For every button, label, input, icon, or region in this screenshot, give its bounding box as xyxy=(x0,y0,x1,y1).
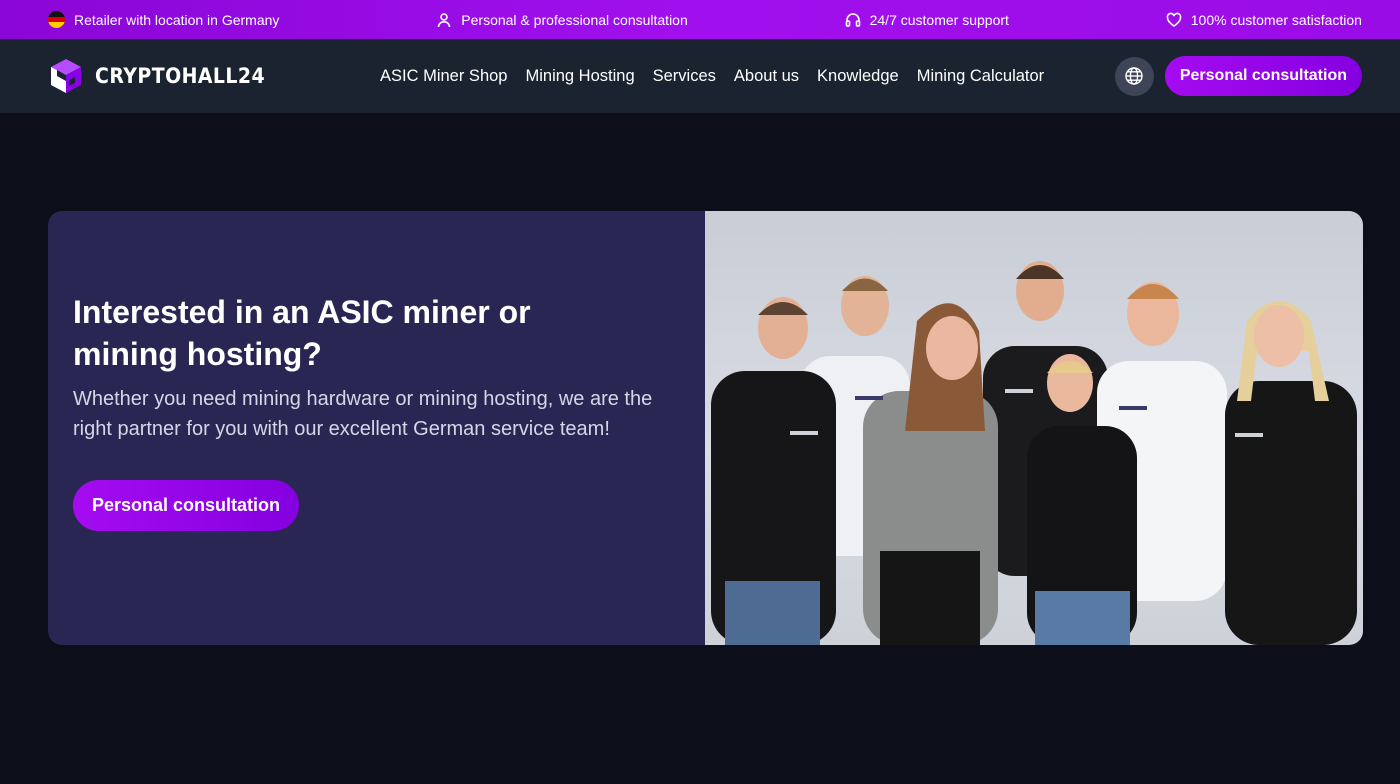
header-consultation-button[interactable]: Personal consultation xyxy=(1164,56,1362,96)
nav-mining-calculator[interactable]: Mining Calculator xyxy=(917,67,1044,86)
topbar-satisfaction-label: 100% customer satisfaction xyxy=(1190,11,1362,28)
topbar-item-satisfaction: 100% customer satisfaction xyxy=(1166,12,1362,28)
topbar-location-label: Retailer with location in Germany xyxy=(74,11,280,28)
main-nav: ASIC Miner Shop Mining Hosting Services … xyxy=(380,67,1044,86)
person-front-2 xyxy=(863,303,998,645)
person-front-1 xyxy=(711,297,836,645)
team-illustration xyxy=(711,261,1357,645)
brand-name: CRYPTOHALL24 xyxy=(95,64,266,88)
hero-card: Interested in an ASIC miner or mining ho… xyxy=(48,211,1363,645)
top-info-bar: Retailer with location in Germany Person… xyxy=(0,0,1400,39)
hero-description: Whether you need mining hardware or mini… xyxy=(73,388,653,440)
nav-asic-miner-shop[interactable]: ASIC Miner Shop xyxy=(380,67,507,86)
main-header: CRYPTOHALL24 ASIC Miner Shop Mining Host… xyxy=(0,39,1400,113)
topbar-item-consultation: Personal & professional consultation xyxy=(436,11,688,28)
nav-knowledge[interactable]: Knowledge xyxy=(817,67,899,86)
nav-services[interactable]: Services xyxy=(653,67,716,86)
brand-logo[interactable]: CRYPTOHALL24 xyxy=(47,57,377,95)
topbar-support-label: 24/7 customer support xyxy=(869,11,1009,28)
language-switcher[interactable] xyxy=(1114,56,1154,96)
hero-content: Interested in an ASIC miner or mining ho… xyxy=(48,211,705,645)
topbar-item-support: 24/7 customer support xyxy=(845,12,1009,28)
headset-icon xyxy=(845,12,860,27)
hero-consultation-button[interactable]: Personal consultation xyxy=(73,480,300,531)
person-front-4 xyxy=(1225,301,1357,645)
nav-mining-hosting[interactable]: Mining Hosting xyxy=(525,67,634,86)
topbar-item-location: Retailer with location in Germany xyxy=(48,11,279,28)
topbar-consultation-label: Personal & professional consultation xyxy=(461,11,688,28)
globe-icon xyxy=(1125,67,1144,85)
heart-icon xyxy=(1166,12,1182,27)
germany-flag-icon xyxy=(48,11,65,28)
cube-logo-icon xyxy=(51,59,81,93)
user-icon xyxy=(437,12,451,27)
header-actions: Personal consultation xyxy=(1114,56,1362,96)
team-photo xyxy=(705,211,1363,645)
hero-title: Interested in an ASIC miner or mining ho… xyxy=(73,294,531,372)
nav-about-us[interactable]: About us xyxy=(734,67,799,86)
